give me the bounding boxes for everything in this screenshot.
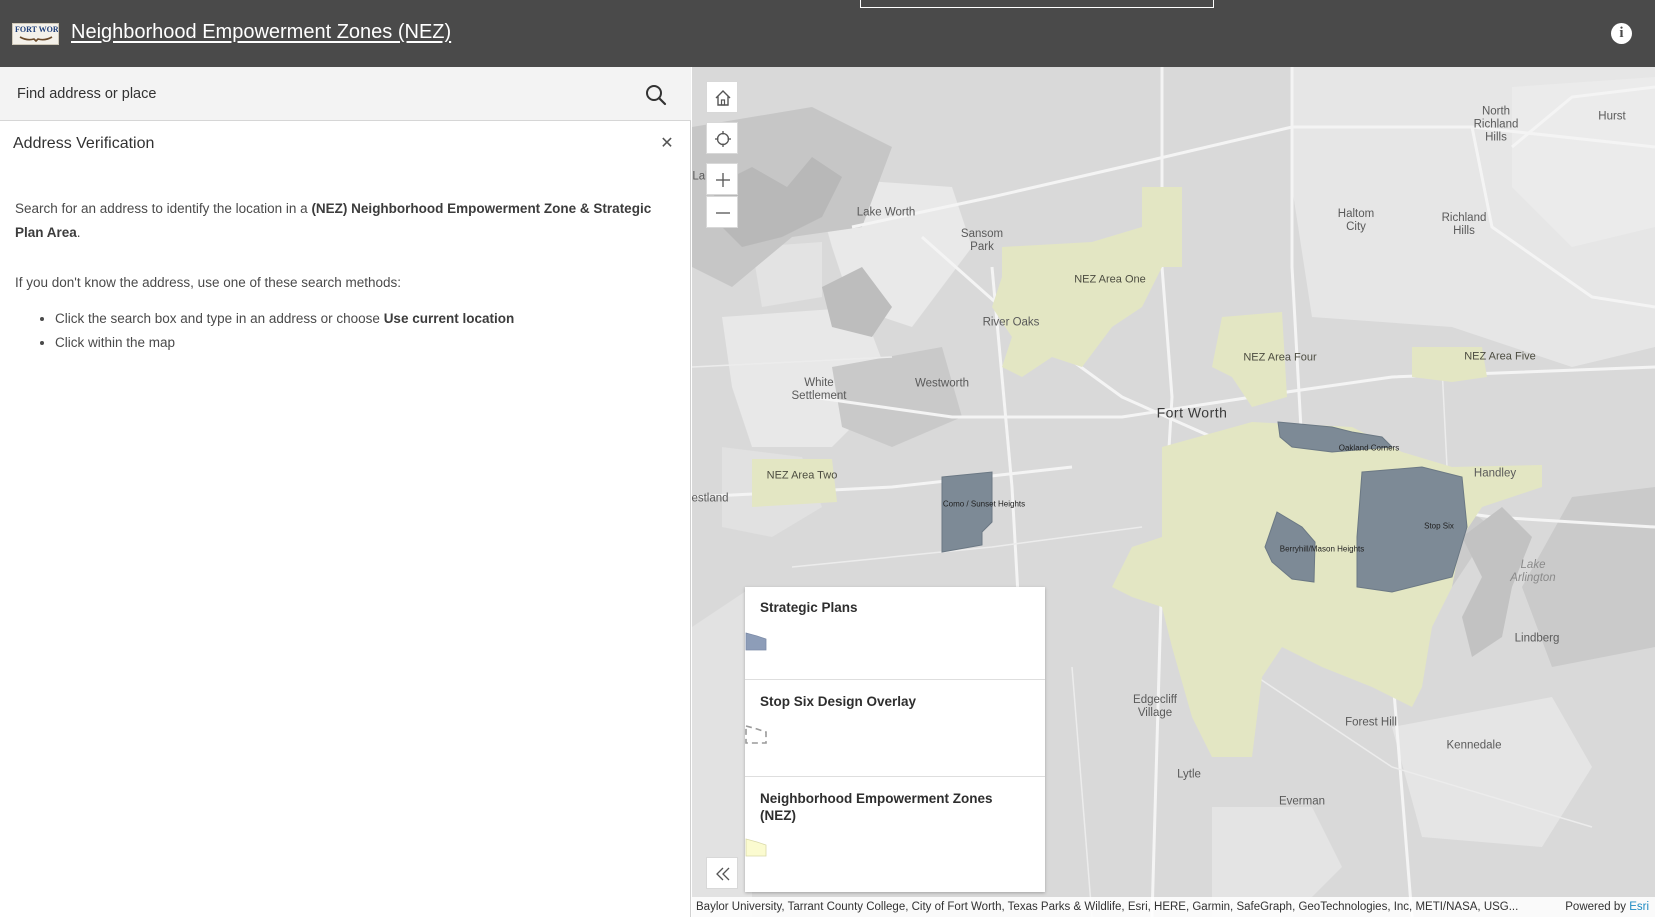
map-attribution: Baylor University, Tarrant County Colleg… [692,897,1655,917]
panel-title: Address Verification [13,135,155,152]
powered-by: Powered by Esri [1565,901,1649,913]
map-label-como-sunset-heights: Como / Sunset Heights [942,499,1026,509]
map-label-white-settlement: White Settlement [791,377,847,402]
panel-body: Search for an address to identify the lo… [15,197,675,355]
search-icon[interactable] [644,83,668,107]
map-label-stop-six: Stop Six [1424,521,1454,531]
map-view[interactable]: Lake Worth Sansom Park River Oaks White … [692,67,1655,917]
map-label-handley: Handley [1473,467,1517,480]
app-window: FORT WORTH Neighborhood Empowerment Zone… [0,0,1655,917]
legend-section-strategic-plans: Strategic Plans [745,587,1045,680]
map-label-everman: Everman [1278,795,1326,808]
map-label-lindberg: Lindberg [1514,632,1560,645]
map-label-nez-area-five: NEZ Area Five [1464,350,1536,363]
map-label-westland: estland [692,492,729,505]
legend-panel: Strategic Plans Stop Six Design Overlay … [745,587,1045,892]
fort-worth-logo: FORT WORTH [12,23,59,45]
map-label-lake-worth: Lake Worth [856,206,916,219]
map-label-lytle: Lytle [1177,768,1201,781]
map-label-sansom-park: Sansom Park [960,228,1004,253]
esri-link[interactable]: Esri [1629,901,1649,913]
map-label-edgecliff-village: Edgecliff Village [1133,694,1177,719]
locate-icon [715,131,731,147]
map-label-richland-hills: Richland Hills [1441,212,1487,237]
zoom-in-icon [716,173,730,187]
longhorn-icon [19,36,53,42]
map-label-berryhill-mason-heights: Berryhill/Mason Heights [1279,544,1365,554]
app-header: FORT WORTH Neighborhood Empowerment Zone… [0,0,1655,67]
map-label-north-richland-hills: North Richland Hills [1473,105,1519,144]
zoom-in-button[interactable] [706,163,738,195]
search-bar [0,67,691,121]
top-banner [860,0,1214,8]
stop-six-overlay-swatch [745,724,767,744]
map-label-nez-area-two: NEZ Area Two [766,469,838,482]
home-icon [715,90,731,106]
map-label-westworth: Westworth [914,377,970,390]
app-title[interactable]: Neighborhood Empowerment Zones (NEZ) [71,21,451,44]
legend-title: Stop Six Design Overlay [760,694,917,709]
map-label-forest-hill: Forest Hill [1345,716,1397,729]
list-item: Click within the map [55,331,675,355]
methods-list: Click the search box and type in an addr… [15,307,675,355]
legend-title: Strategic Plans [760,600,858,615]
legend-section-nez: Neighborhood Empowerment Zones (NEZ) [745,777,1045,892]
legend-title: Neighborhood Empowerment Zones (NEZ) [760,791,993,823]
map-label-haltom-city: Haltom City [1337,208,1375,233]
legend-collapse-button[interactable] [706,857,738,889]
home-button[interactable] [706,81,738,113]
attribution-text: Baylor University, Tarrant County Colleg… [696,901,1519,913]
intro-text: Search for an address to identify the lo… [15,201,652,240]
map-label-river-oaks: River Oaks [982,316,1040,329]
nez-swatch [745,838,767,857]
info-icon[interactable]: i [1611,23,1632,44]
strategic-plans-swatch [745,632,767,651]
close-icon[interactable]: ✕ [658,135,676,153]
map-label-nez-area-four: NEZ Area Four [1243,351,1317,364]
methods-intro: If you don't know the address, use one o… [15,275,402,290]
zoom-out-button[interactable] [706,196,738,228]
zoom-out-icon [716,212,730,214]
list-item: Click the search box and type in an addr… [55,307,675,331]
double-chevron-left-icon [716,867,730,881]
map-label-lake-arlington: Lake Arlington [1510,559,1556,584]
map-label-oakland-corners: Oakland Corners [1338,443,1400,453]
search-input[interactable] [0,67,630,121]
map-label-hurst: Hurst [1598,110,1626,123]
map-label-kennedale: Kennedale [1446,739,1502,752]
legend-section-stop-six-overlay: Stop Six Design Overlay [745,680,1045,777]
left-panel: Address Verification ✕ Search for an add… [0,67,691,917]
map-label-nez-area-one: NEZ Area One [1074,273,1146,286]
locate-button[interactable] [706,122,738,154]
map-label-fort-worth: Fort Worth [1156,404,1228,421]
